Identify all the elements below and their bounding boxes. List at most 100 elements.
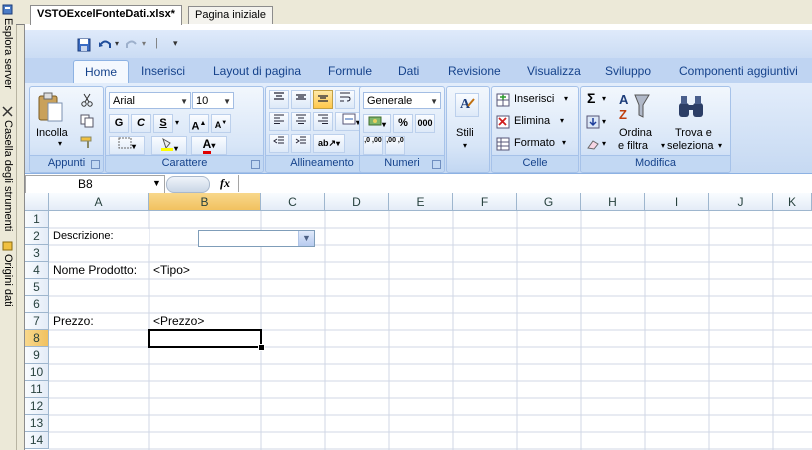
delete-cells-button[interactable]: Elimina [514,115,550,127]
worksheet-grid[interactable]: A B C D E F G H I J K 1 2 3 4 5 6 7 8 9 … [25,193,812,450]
sort-filter-label-2[interactable]: e filtra [618,140,648,152]
font-size-combo[interactable]: 10 ▼ [192,92,234,109]
copy-icon[interactable] [80,114,94,128]
data-sources-tab[interactable]: Origini dati [0,240,16,320]
delete-cells-dropdown-icon[interactable]: ▾ [560,116,564,125]
insert-function-icon[interactable]: fx [220,176,230,191]
name-box[interactable]: B8 ▼ [25,175,165,194]
align-center-icon[interactable] [291,112,311,131]
underline-button[interactable]: S [153,114,173,133]
customize-qat-icon[interactable]: ▾ [173,38,178,49]
fill-icon[interactable] [586,115,600,129]
percent-button[interactable]: % [393,114,413,133]
column-header-b[interactable]: B [149,193,261,211]
paste-button[interactable]: Incolla [36,127,68,139]
row-header-14[interactable]: 14 [25,432,49,449]
shrink-font-icon[interactable]: A▼ [211,114,231,133]
increase-indent-icon[interactable] [291,134,311,153]
insert-cells-icon[interactable] [496,93,510,107]
fill-handle[interactable] [258,344,265,351]
clear-icon[interactable] [586,137,600,151]
row-header-6[interactable]: 6 [25,296,49,313]
font-launcher-icon[interactable] [251,160,260,169]
font-name-combo[interactable]: Arial ▼ [109,92,191,109]
formula-expander-icon[interactable] [166,176,210,193]
insert-cells-button[interactable]: Inserisci [514,93,554,105]
format-painter-icon[interactable] [80,135,94,149]
align-bottom-icon[interactable] [313,90,333,109]
column-header-d[interactable]: D [325,193,389,211]
styles-button[interactable]: Stili [456,127,474,139]
align-top-icon[interactable] [269,90,289,109]
doc-tab-workbook[interactable]: VSTOExcelFonteDati.xlsx* [30,5,182,25]
fill-color-icon[interactable]: ▾ [151,136,187,155]
active-cell-b8[interactable] [148,329,262,348]
tab-sviluppo[interactable]: Sviluppo [605,64,651,78]
undo-icon[interactable] [98,38,112,52]
column-header-f[interactable]: F [453,193,517,211]
font-color-icon[interactable]: A▾ [191,136,227,155]
borders-icon[interactable]: ▾ [109,136,145,155]
column-header-i[interactable]: I [645,193,709,211]
autosum-button[interactable]: Σ [587,90,595,106]
save-icon[interactable] [77,38,91,52]
orientation-icon[interactable]: ab↗▾ [313,134,345,153]
column-header-g[interactable]: G [517,193,581,211]
bold-button[interactable]: G [109,114,129,133]
sort-filter-label-1[interactable]: Ordina [619,127,652,139]
undo-dropdown-icon[interactable]: ▾ [115,39,119,48]
row-header-1[interactable]: 1 [25,211,49,228]
row-header-3[interactable]: 3 [25,245,49,262]
delete-cells-icon[interactable] [496,115,510,129]
column-header-j[interactable]: J [709,193,773,211]
align-right-icon[interactable] [313,112,333,131]
row-header-4[interactable]: 4 [25,262,49,279]
tab-formule[interactable]: Formule [328,64,372,78]
format-cells-dropdown-icon[interactable]: ▾ [562,138,566,147]
increase-decimal-button[interactable]: ,0 ,00 [363,136,383,155]
name-box-dropdown-icon[interactable]: ▼ [152,178,161,188]
underline-dropdown-icon[interactable]: ▾ [175,118,179,127]
column-header-e[interactable]: E [389,193,453,211]
clipboard-launcher-icon[interactable] [91,160,100,169]
row-header-13[interactable]: 13 [25,415,49,432]
row-header-2[interactable]: 2 [25,228,49,245]
tab-inserisci[interactable]: Inserisci [141,64,185,78]
paste-icon[interactable] [36,91,64,123]
format-cells-icon[interactable] [496,137,510,151]
fill-dropdown-icon[interactable]: ▾ [602,117,606,126]
server-explorer-tab[interactable]: Esplora server [0,4,16,102]
sort-filter-dropdown-icon[interactable]: ▾ [661,141,665,150]
column-header-h[interactable]: H [581,193,645,211]
wrap-text-icon[interactable] [335,90,355,109]
doc-tab-start-page[interactable]: Pagina iniziale [188,6,273,24]
cut-icon[interactable] [80,93,94,107]
styles-icon[interactable]: A [455,93,479,117]
binoculars-icon[interactable] [676,93,706,121]
column-header-a[interactable]: A [49,193,149,211]
align-left-icon[interactable] [269,112,289,131]
insert-cells-dropdown-icon[interactable]: ▾ [564,94,568,103]
select-all-corner[interactable] [25,193,49,211]
align-middle-icon[interactable] [291,90,311,109]
decrease-decimal-button[interactable]: ,00 ,0 [385,136,405,155]
row-header-10[interactable]: 10 [25,364,49,381]
row-header-5[interactable]: 5 [25,279,49,296]
number-format-combo[interactable]: Generale ▼ [363,92,441,109]
redo-dropdown-icon[interactable]: ▾ [142,39,146,48]
tab-visualizza[interactable]: Visualizza [527,64,581,78]
sort-filter-icon[interactable]: AZ [617,91,651,123]
italic-button[interactable]: C [131,114,151,133]
formula-input[interactable] [238,175,812,192]
find-select-label-1[interactable]: Trova e [675,127,712,139]
paste-dropdown-icon[interactable]: ▾ [58,139,62,148]
number-launcher-icon[interactable] [432,160,441,169]
row-header-12[interactable]: 12 [25,398,49,415]
row-header-7[interactable]: 7 [25,313,49,330]
description-combobox[interactable]: ▼ [198,230,315,247]
chevron-down-icon[interactable]: ▼ [298,231,314,246]
tab-componenti[interactable]: Componenti aggiuntivi [679,64,798,78]
column-header-c[interactable]: C [261,193,325,211]
autosum-dropdown-icon[interactable]: ▾ [602,94,606,103]
column-header-k[interactable]: K [773,193,812,211]
